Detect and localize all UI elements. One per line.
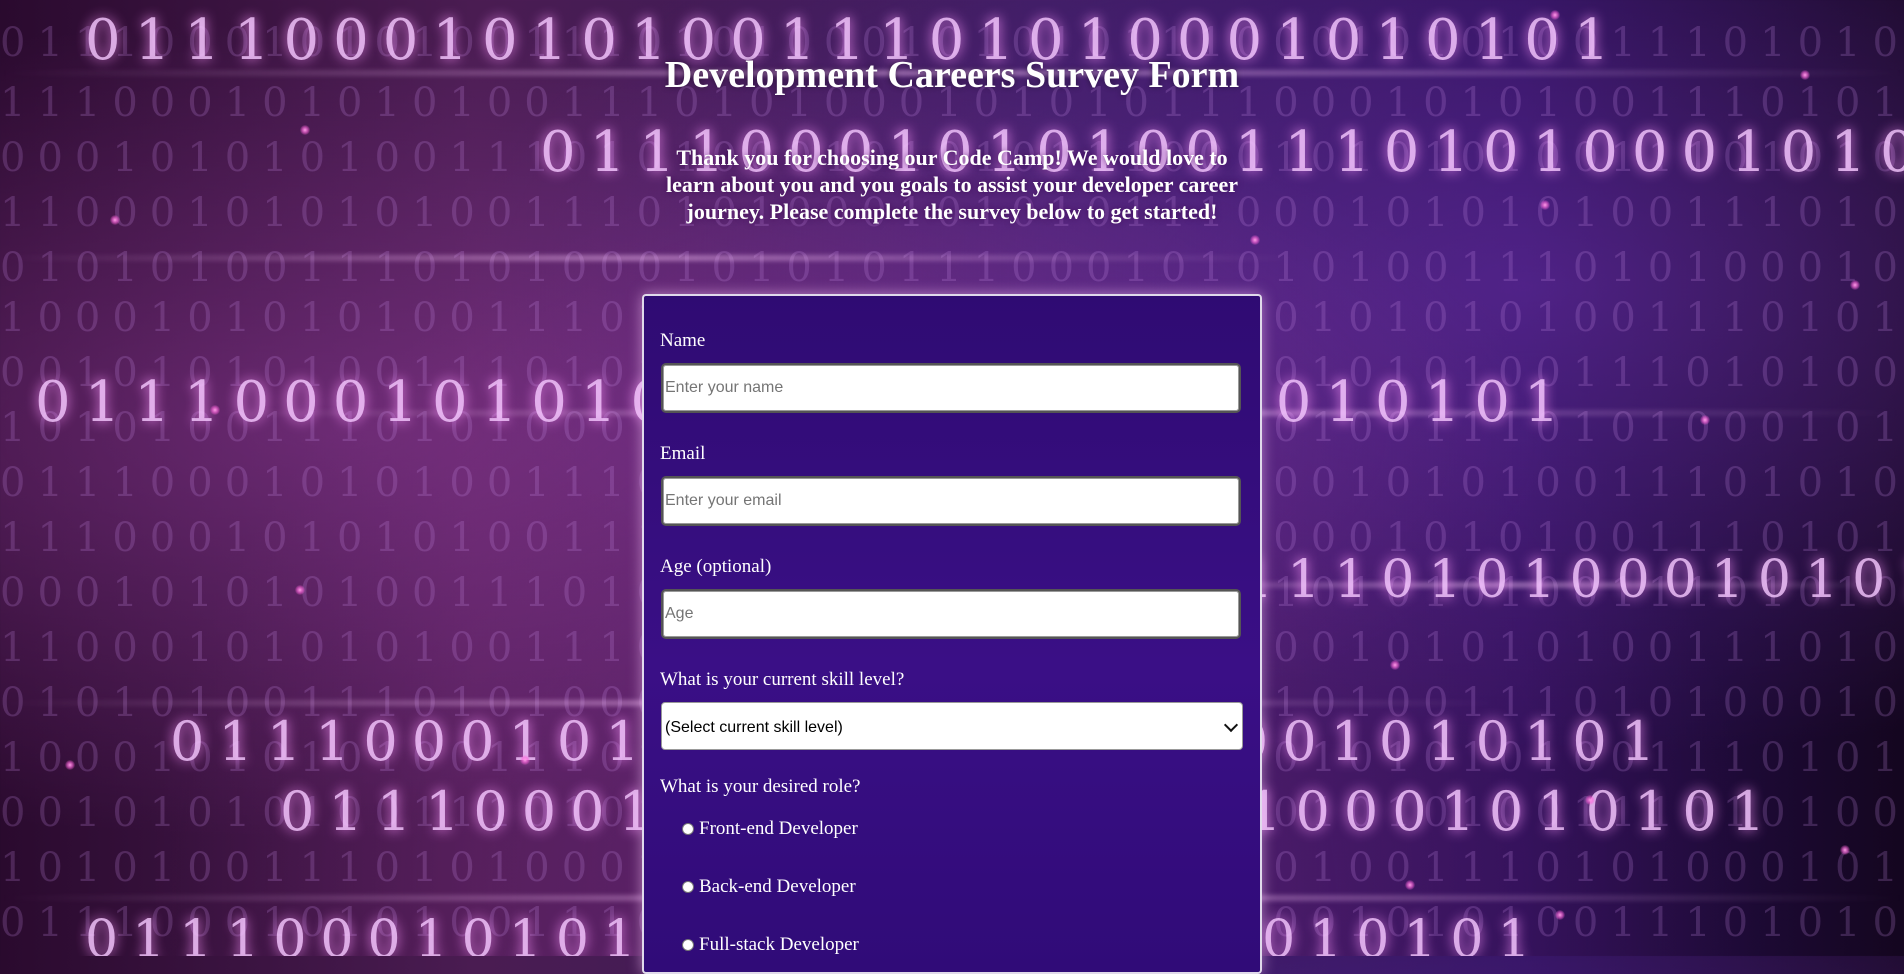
role-option-full-stack[interactable]: Full-stack Developer	[682, 934, 859, 956]
sparkle	[65, 760, 75, 770]
skill-level-label: What is your current skill level?	[660, 669, 905, 690]
radio-button[interactable]	[682, 881, 694, 893]
desired-role-label: What is your desired role?	[660, 776, 861, 797]
page-header: Development Careers Survey Form Thank yo…	[0, 52, 1904, 225]
name-placeholder: Enter your name	[665, 379, 784, 396]
page-title: Development Careers Survey Form	[664, 54, 1240, 96]
sparkle	[295, 585, 305, 595]
sparkle	[1585, 795, 1595, 805]
survey-form: Name Enter your name Email Enter your em…	[642, 294, 1262, 974]
sparkle	[1405, 880, 1415, 890]
role-option-back-end[interactable]: Back-end Developer	[682, 876, 856, 898]
role-option-label: Front-end Developer	[699, 818, 858, 839]
name-input[interactable]: Enter your name	[661, 363, 1241, 413]
sparkle	[1700, 415, 1710, 425]
chevron-down-icon	[1223, 717, 1239, 733]
role-option-front-end[interactable]: Front-end Developer	[682, 818, 858, 840]
sparkle	[1390, 660, 1400, 670]
sparkle	[1555, 910, 1565, 920]
role-option-label: Back-end Developer	[699, 876, 856, 897]
email-label: Email	[660, 443, 706, 464]
radio-button[interactable]	[682, 823, 694, 835]
light-streak	[0, 255, 1300, 261]
sparkle	[1850, 280, 1860, 290]
sparkle	[1250, 235, 1260, 245]
sparkle	[1840, 845, 1850, 855]
email-placeholder: Enter your email	[665, 492, 782, 509]
email-input[interactable]: Enter your email	[661, 476, 1241, 526]
skill-level-select[interactable]: (Select current skill level)	[661, 702, 1243, 750]
age-input[interactable]: Age	[661, 589, 1241, 639]
radio-button[interactable]	[682, 939, 694, 951]
sparkle	[210, 405, 220, 415]
page-description: Thank you for choosing our Code Camp! We…	[665, 145, 1238, 224]
age-placeholder: Age	[665, 605, 694, 622]
skill-level-selected: (Select current skill level)	[665, 719, 843, 736]
name-label: Name	[660, 330, 706, 351]
role-option-label: Full-stack Developer	[699, 934, 859, 955]
binary-row: 0101010011101010001010101110001010101001…	[0, 245, 1904, 291]
age-label: Age (optional)	[660, 556, 772, 577]
binary-glow-row: 1110101000101010	[1240, 550, 1904, 610]
sparkle	[520, 755, 530, 765]
sparkle	[1550, 10, 1560, 20]
